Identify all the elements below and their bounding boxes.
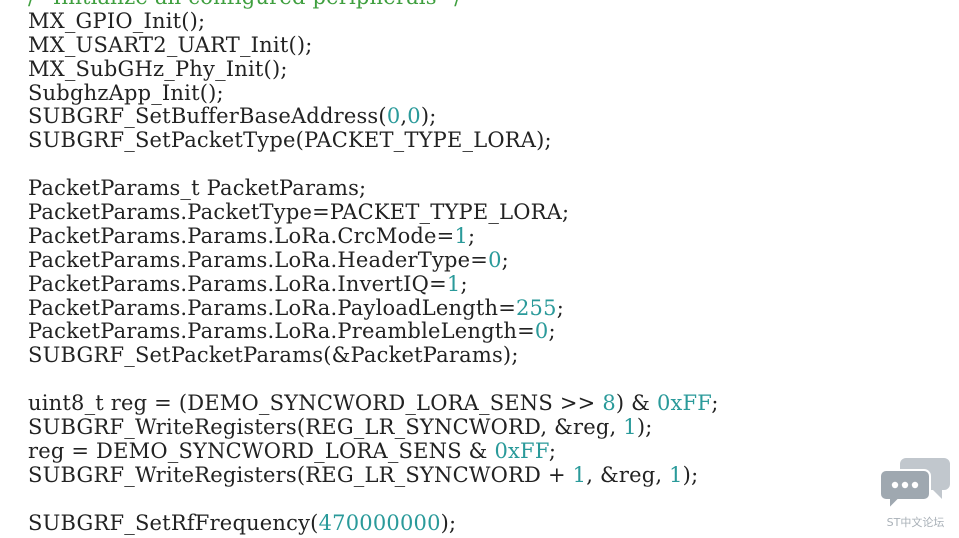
code-token: ; — [468, 223, 476, 248]
code-number: 0 — [534, 319, 549, 344]
code-token: uint8_t reg = (DEMO_SYNCWORD_LORA_SENS >… — [28, 391, 603, 416]
code-number: 470000000 — [318, 510, 441, 535]
code-line: PacketParams.Params.LoRa.InvertIQ=1; — [28, 271, 928, 297]
code-token: PacketParams.Params.LoRa.CrcMode= — [28, 223, 455, 248]
code-token: PacketParams.PacketType=PACKET_TYPE_LORA… — [28, 200, 570, 225]
code-token: ; — [548, 319, 556, 344]
code-token: SUBGRF_WriteRegisters(REG_LR_SYNCWORD + — [28, 462, 573, 487]
code-token: , &reg, — [586, 462, 670, 487]
code-line: MX_GPIO_Init(); — [28, 8, 928, 34]
code-line: PacketParams.Params.LoRa.CrcMode=1; — [28, 223, 928, 249]
code-token: PacketParams.Params.LoRa.PreambleLength= — [28, 319, 535, 344]
code-line: PacketParams.Params.LoRa.PreambleLength=… — [28, 320, 928, 344]
code-line: PacketParams_t PacketParams; — [28, 176, 928, 201]
code-line: SUBGRF_SetBufferBaseAddress(0,0); — [28, 105, 928, 129]
code-token: ; — [556, 295, 564, 320]
code-line: SUBGRF_SetRfFrequency(470000000); — [28, 510, 928, 536]
code-token: ); — [636, 415, 653, 440]
code-token: ; — [711, 391, 719, 416]
code-number: 1 — [572, 462, 587, 487]
code-line: MX_USART2_UART_Init(); — [28, 32, 928, 58]
code-token: PacketParams.Params.LoRa.PayloadLength= — [28, 295, 516, 320]
code-token: PacketParams_t PacketParams; — [28, 176, 367, 201]
code-number: 1 — [623, 415, 637, 440]
st-forum-watermark: ST中文论坛 — [878, 454, 953, 530]
code-token: MX_GPIO_Init(); — [28, 8, 206, 33]
code-token: ) & — [615, 391, 657, 416]
watermark-text: ST中文论坛 — [886, 516, 945, 529]
code-token: SUBGRF_SetBufferBaseAddress( — [28, 104, 387, 129]
code-number: 0 — [386, 104, 401, 129]
code-token: SUBGRF_SetPacketParams(&PacketParams); — [28, 343, 519, 368]
code-number: 255 — [516, 295, 557, 320]
code-number: 8 — [602, 391, 616, 416]
code-comment: /* Initialize all configured peripherals… — [28, 0, 462, 9]
code-number: 0 — [488, 247, 502, 272]
code-line: SUBGRF_SetPacketParams(&PacketParams); — [28, 343, 928, 368]
code-token: reg = DEMO_SYNCWORD_LORA_SENS & — [28, 438, 495, 463]
code-token: PacketParams.Params.LoRa.InvertIQ= — [28, 271, 447, 296]
code-line: SubghzApp_Init(); — [28, 80, 928, 106]
code-line: PacketParams.Params.LoRa.HeaderType=0; — [28, 247, 928, 273]
code-token: SUBGRF_WriteRegisters(REG_LR_SYNCWORD, &… — [28, 415, 624, 440]
code-token: ; — [460, 271, 468, 296]
code-token: MX_SubGHz_Phy_Init(); — [28, 56, 288, 81]
code-line: SUBGRF_WriteRegisters(REG_LR_SYNCWORD + … — [28, 462, 928, 488]
code-token: ); — [440, 510, 457, 535]
code-number: 0xFF — [656, 391, 712, 416]
code-token: SubghzApp_Init(); — [28, 80, 224, 105]
code-line: uint8_t reg = (DEMO_SYNCWORD_LORA_SENS >… — [28, 391, 928, 416]
code-line: SUBGRF_SetPacketType(PACKET_TYPE_LORA); — [28, 128, 928, 153]
code-editor[interactable]: /* Initialize all configured peripherals… — [28, 0, 928, 538]
code-line: PacketParams.PacketType=PACKET_TYPE_LORA… — [28, 200, 928, 225]
code-token: ; — [501, 247, 509, 272]
code-line: PacketParams.Params.LoRa.PayloadLength=2… — [28, 295, 928, 321]
code-number: 0 — [407, 104, 421, 129]
code-token: MX_USART2_UART_Init(); — [28, 32, 313, 57]
code-token: PacketParams.Params.LoRa.HeaderType= — [28, 247, 489, 272]
code-token: ); — [682, 462, 699, 487]
code-token: ; — [548, 438, 557, 463]
code-number: 1 — [446, 271, 461, 296]
code-token: SUBGRF_SetPacketType(PACKET_TYPE_LORA); — [28, 128, 552, 153]
code-line: MX_SubGHz_Phy_Init(); — [28, 56, 928, 82]
code-line: SUBGRF_WriteRegisters(REG_LR_SYNCWORD, &… — [28, 415, 928, 440]
code-number: 1 — [669, 462, 683, 487]
code-line: reg = DEMO_SYNCWORD_LORA_SENS & 0xFF; — [28, 438, 928, 464]
code-token: ); — [420, 104, 437, 129]
code-number: 1 — [454, 223, 469, 248]
code-number: 0xFF — [494, 438, 549, 463]
chat-bubbles-icon — [879, 458, 950, 512]
code-token: SUBGRF_SetRfFrequency( — [28, 510, 319, 535]
